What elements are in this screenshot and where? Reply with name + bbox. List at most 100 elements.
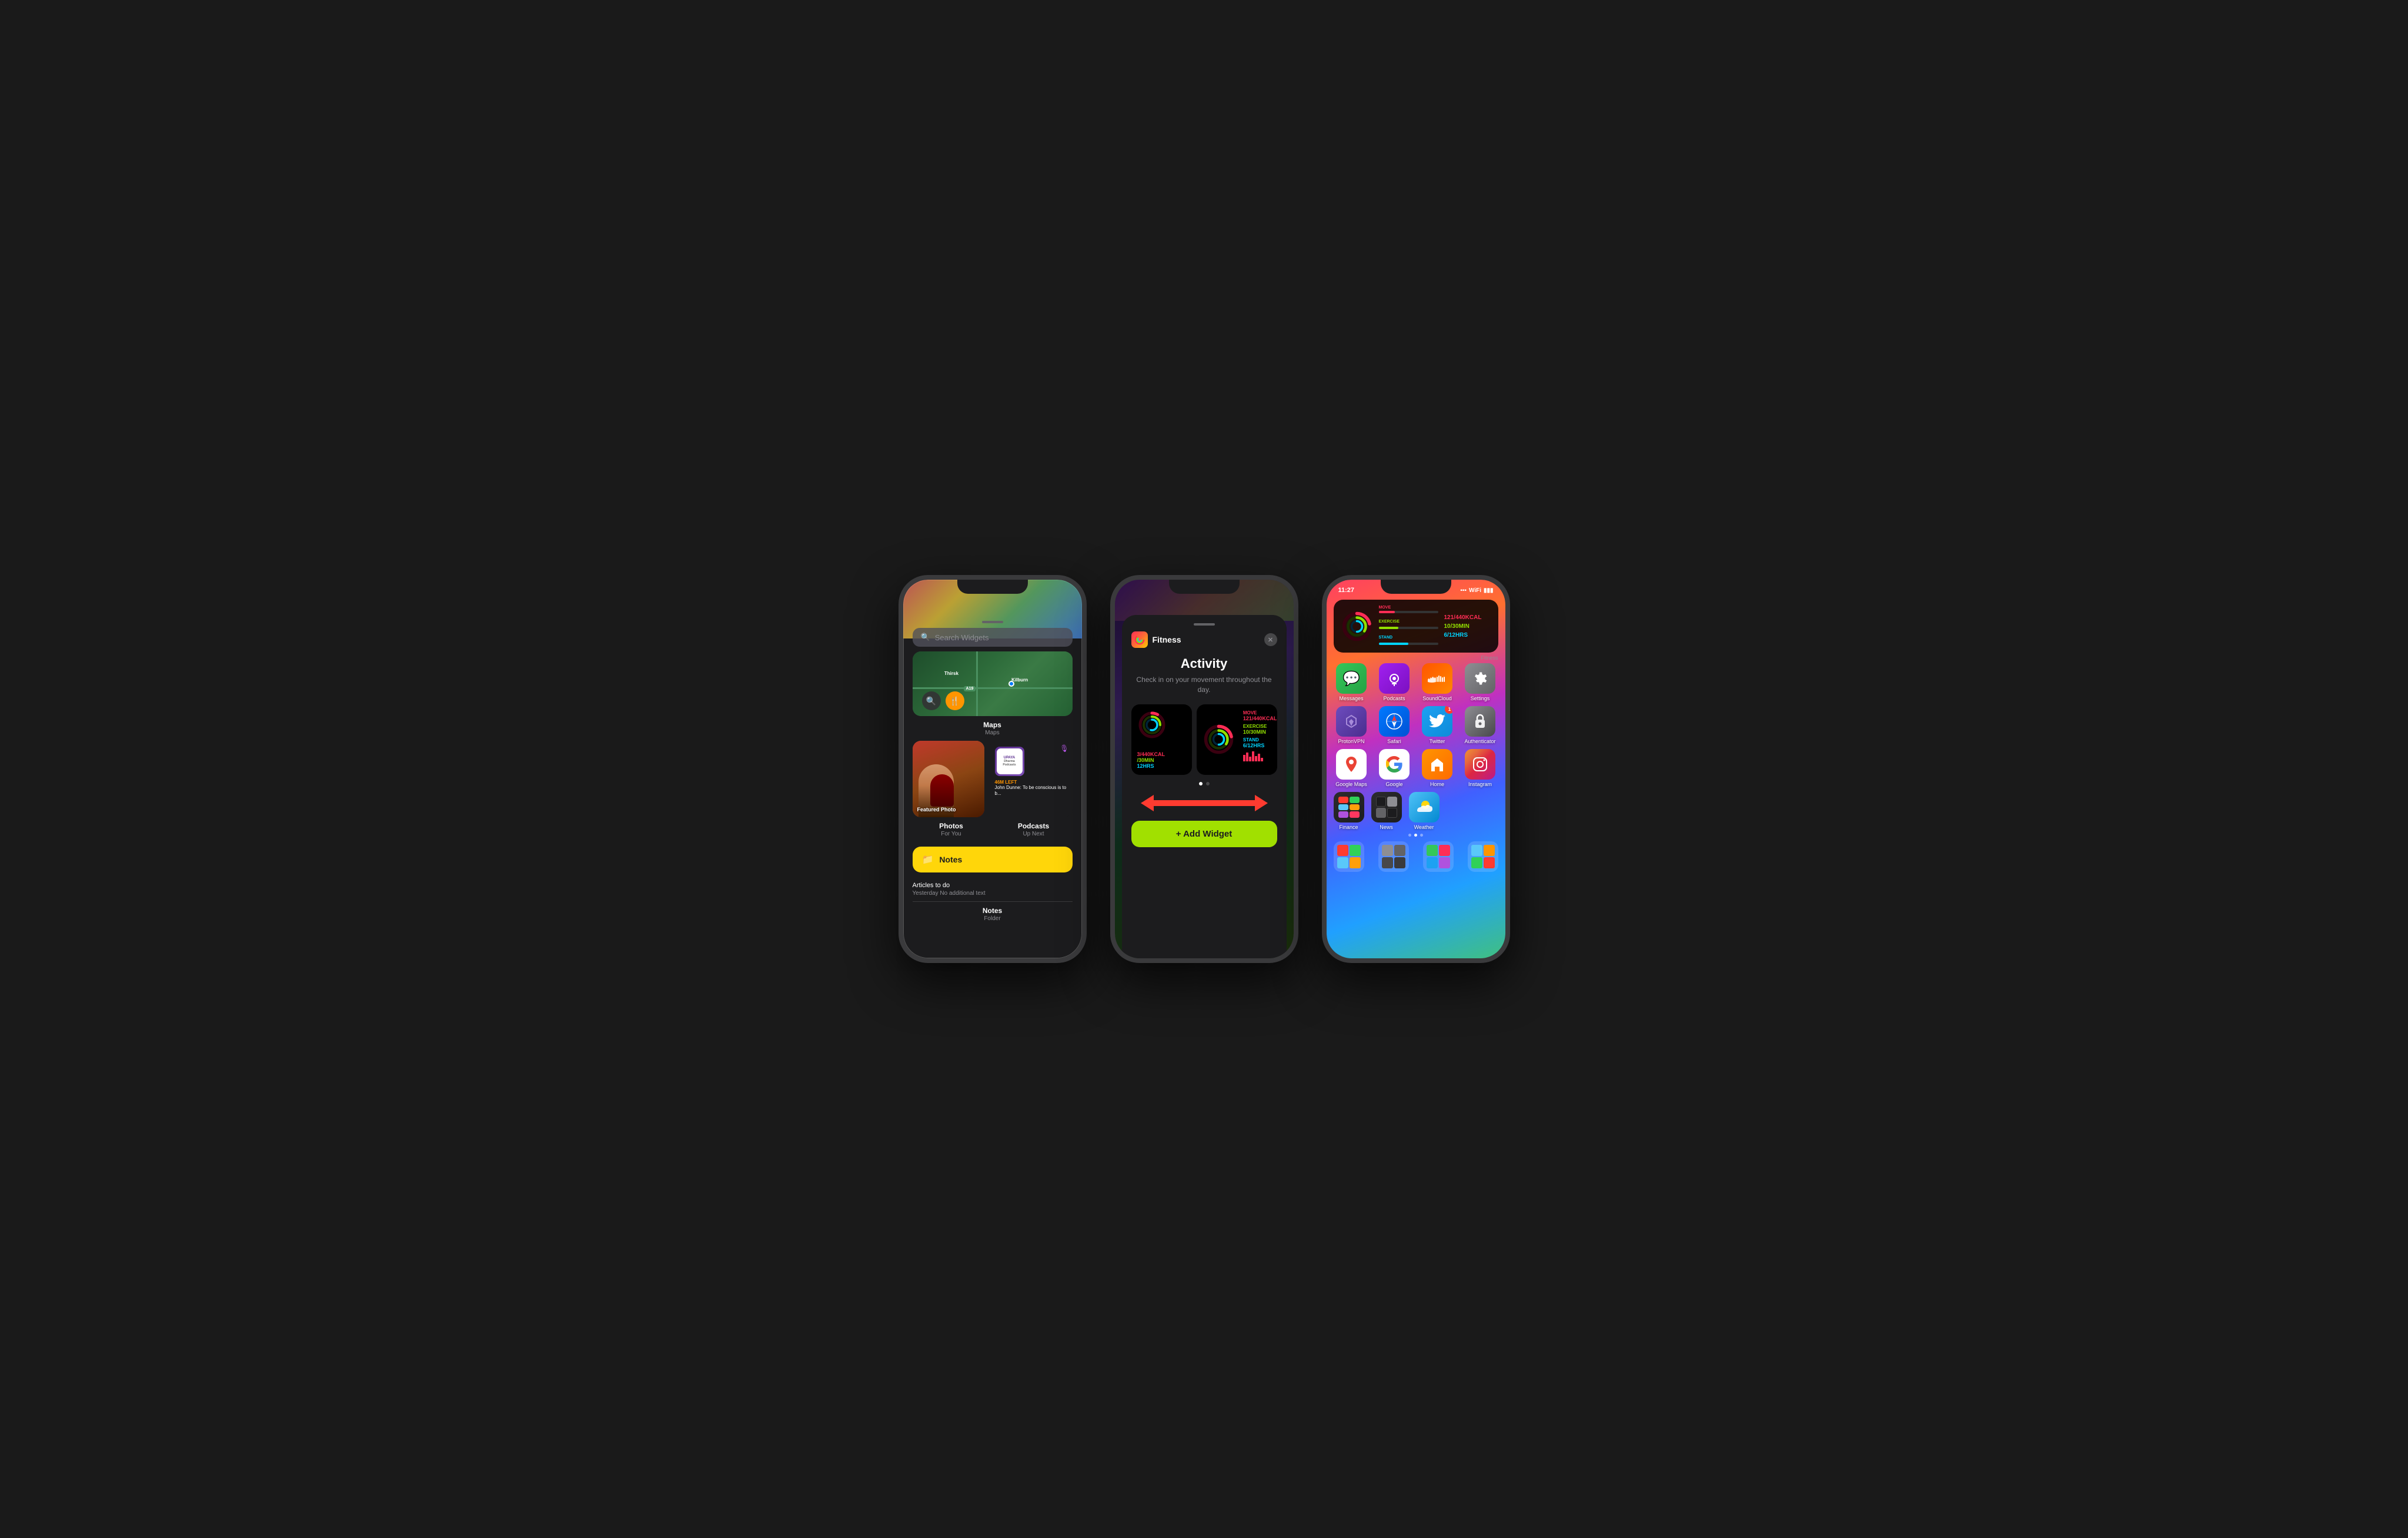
- app-news[interactable]: News: [1371, 792, 1402, 830]
- photo-widget-label: Featured Photo: [917, 807, 956, 813]
- map-food-icon[interactable]: 🍴: [946, 691, 964, 710]
- phone3: 11:27 ▪▪▪ WiFi ▮▮▮: [1322, 575, 1510, 963]
- two-col-widgets: Featured Photo UPAYA Dharma Podcasts 🎙: [913, 741, 1073, 817]
- search-bar[interactable]: 🔍 Search Widgets: [913, 628, 1073, 647]
- instagram-label: Instagram: [1468, 781, 1492, 787]
- map-road-label: A19: [964, 686, 976, 691]
- folder-finance[interactable]: [1334, 841, 1364, 872]
- twitter-badge: 1: [1445, 706, 1452, 714]
- fitness-widgets-row: 3/440KCAL /30MIN 12HRS: [1131, 704, 1277, 775]
- podcasts-widget-sublabel: Up Next: [995, 831, 1073, 837]
- page-dots: [1131, 782, 1277, 785]
- messages-icon: 💬: [1336, 663, 1367, 694]
- folder-misc[interactable]: [1468, 841, 1498, 872]
- settings-label: Settings: [1471, 696, 1490, 701]
- fitness-label-home: Fitness: [1327, 655, 1498, 661]
- widget1-exercise: /30MIN: [1137, 757, 1186, 763]
- map-label-thirsk: Thirsk: [944, 671, 958, 676]
- home-exercise-stat: 10/30MIN: [1444, 623, 1491, 630]
- widget1-move: 3/440KCAL: [1137, 751, 1186, 757]
- activity-widget-home[interactable]: MOVE EXERCISE STAND: [1334, 600, 1498, 653]
- folder-news[interactable]: [1378, 841, 1409, 872]
- app-home-app[interactable]: Home: [1420, 749, 1455, 787]
- podcast-widget[interactable]: UPAYA Dharma Podcasts 🎙 46M LEFT John Du…: [989, 741, 1073, 817]
- widget2-stand-label: STAND: [1243, 737, 1277, 743]
- arrowhead-left: [1141, 795, 1154, 811]
- home-stand-label: STAND: [1379, 636, 1393, 640]
- finance-label: Finance: [1339, 824, 1358, 830]
- news-icon: [1371, 792, 1402, 823]
- dot-2: [1206, 782, 1210, 785]
- page-dot-3: [1420, 834, 1423, 837]
- authenticator-icon: [1465, 706, 1495, 737]
- app-twitter[interactable]: 1 Twitter: [1420, 706, 1455, 744]
- app-safari[interactable]: Safari: [1377, 706, 1412, 744]
- app-google-maps[interactable]: Google Maps: [1334, 749, 1370, 787]
- folder-social[interactable]: [1423, 841, 1454, 872]
- page-dot-1: [1408, 834, 1411, 837]
- podcast-cover-art: UPAYA Dharma Podcasts: [997, 748, 1023, 774]
- add-widget-label: + Add Widget: [1176, 829, 1233, 839]
- protonvpn-label: ProtonVPN: [1338, 738, 1364, 744]
- photo-widget[interactable]: Featured Photo: [913, 741, 984, 817]
- activity-home-nums: 121/440KCAL 10/30MIN 6/12HRS: [1444, 614, 1491, 638]
- activity-rings-home: [1341, 610, 1373, 643]
- fitness-app-name: Fitness: [1153, 635, 1181, 644]
- notes-widget[interactable]: 📁 Notes: [913, 847, 1073, 872]
- app-podcasts[interactable]: Podcasts: [1377, 663, 1412, 701]
- swipe-arrow: [1131, 790, 1277, 816]
- notes-folder-label: Notes: [903, 907, 1082, 915]
- scene: 🔍 Search Widgets Thirsk Kilburn A19 🔍 🍴: [899, 575, 1510, 963]
- status-time: 11:27: [1338, 587, 1355, 594]
- home-move-stat: 121/440KCAL: [1444, 614, 1491, 621]
- map-widget-sublabel: Maps: [903, 730, 1082, 736]
- fitness-sheet-handle: [1131, 623, 1277, 626]
- notes-meta: Yesterday No additional text: [913, 890, 1073, 897]
- activity-rings-small: [1137, 710, 1167, 740]
- drag-handle: [982, 621, 1003, 623]
- safari-icon: [1379, 706, 1410, 737]
- fitness-widget-large: MOVE 121/440KCAL EXERCISE 10/30MIN STAND: [1197, 704, 1277, 775]
- app-weather[interactable]: Weather: [1409, 792, 1440, 830]
- notch1: [957, 580, 1028, 594]
- page-dots-home: [1327, 834, 1505, 837]
- activity-rings-large: [1203, 723, 1235, 755]
- activity-home-stats: MOVE EXERCISE STAND: [1379, 606, 1438, 647]
- photos-widget-sublabel: For You: [913, 831, 990, 837]
- fitness-close-button[interactable]: ✕: [1264, 633, 1277, 646]
- widget-gallery-header: [903, 621, 1082, 623]
- app-soundcloud[interactable]: SoundCloud: [1420, 663, 1455, 701]
- notes-article: Articles to do: [913, 882, 1073, 889]
- arrowhead-right: [1255, 795, 1268, 811]
- soundcloud-label: SoundCloud: [1422, 696, 1452, 701]
- weather-label: Weather: [1414, 824, 1434, 830]
- widget2-exercise-label: EXERCISE: [1243, 724, 1277, 729]
- app-protonvpn[interactable]: ProtonVPN: [1334, 706, 1370, 744]
- arrow-shaft: [1154, 800, 1255, 806]
- app-authenticator[interactable]: Authenticator: [1462, 706, 1498, 744]
- settings-icon: [1465, 663, 1495, 694]
- map-road-horizontal: [913, 687, 1073, 689]
- battery-icon: ▮▮▮: [1484, 587, 1494, 594]
- add-widget-button[interactable]: + Add Widget: [1131, 821, 1277, 847]
- podcasts-widget-label: Podcasts: [995, 822, 1073, 830]
- fitness-header: Fitness ✕: [1131, 631, 1277, 648]
- google-label: Google: [1385, 781, 1402, 787]
- authenticator-label: Authenticator: [1464, 738, 1495, 744]
- app-google[interactable]: Google: [1377, 749, 1412, 787]
- app-row1: 💬 Messages Podcasts SoundCloud: [1334, 663, 1498, 701]
- app-row3: Google Maps Google Home: [1334, 749, 1498, 787]
- app-finance[interactable]: Finance: [1334, 792, 1364, 830]
- widget2-move: 121/440KCAL: [1243, 715, 1277, 721]
- photos-widget-label: Photos: [913, 822, 990, 830]
- podcast-time: 46M LEFT: [995, 780, 1067, 785]
- map-widget[interactable]: Thirsk Kilburn A19 🔍 🍴: [913, 651, 1073, 716]
- app-row2: ProtonVPN Safari 1 Twitter: [1334, 706, 1498, 744]
- app-messages[interactable]: 💬 Messages: [1334, 663, 1370, 701]
- map-search-icon[interactable]: 🔍: [922, 691, 941, 710]
- fitness-description: Check in on your movement throughout the…: [1131, 675, 1277, 695]
- map-location-dot: [1008, 681, 1014, 687]
- app-instagram[interactable]: Instagram: [1462, 749, 1498, 787]
- fitness-header-left: Fitness: [1131, 631, 1181, 648]
- app-settings[interactable]: Settings: [1462, 663, 1498, 701]
